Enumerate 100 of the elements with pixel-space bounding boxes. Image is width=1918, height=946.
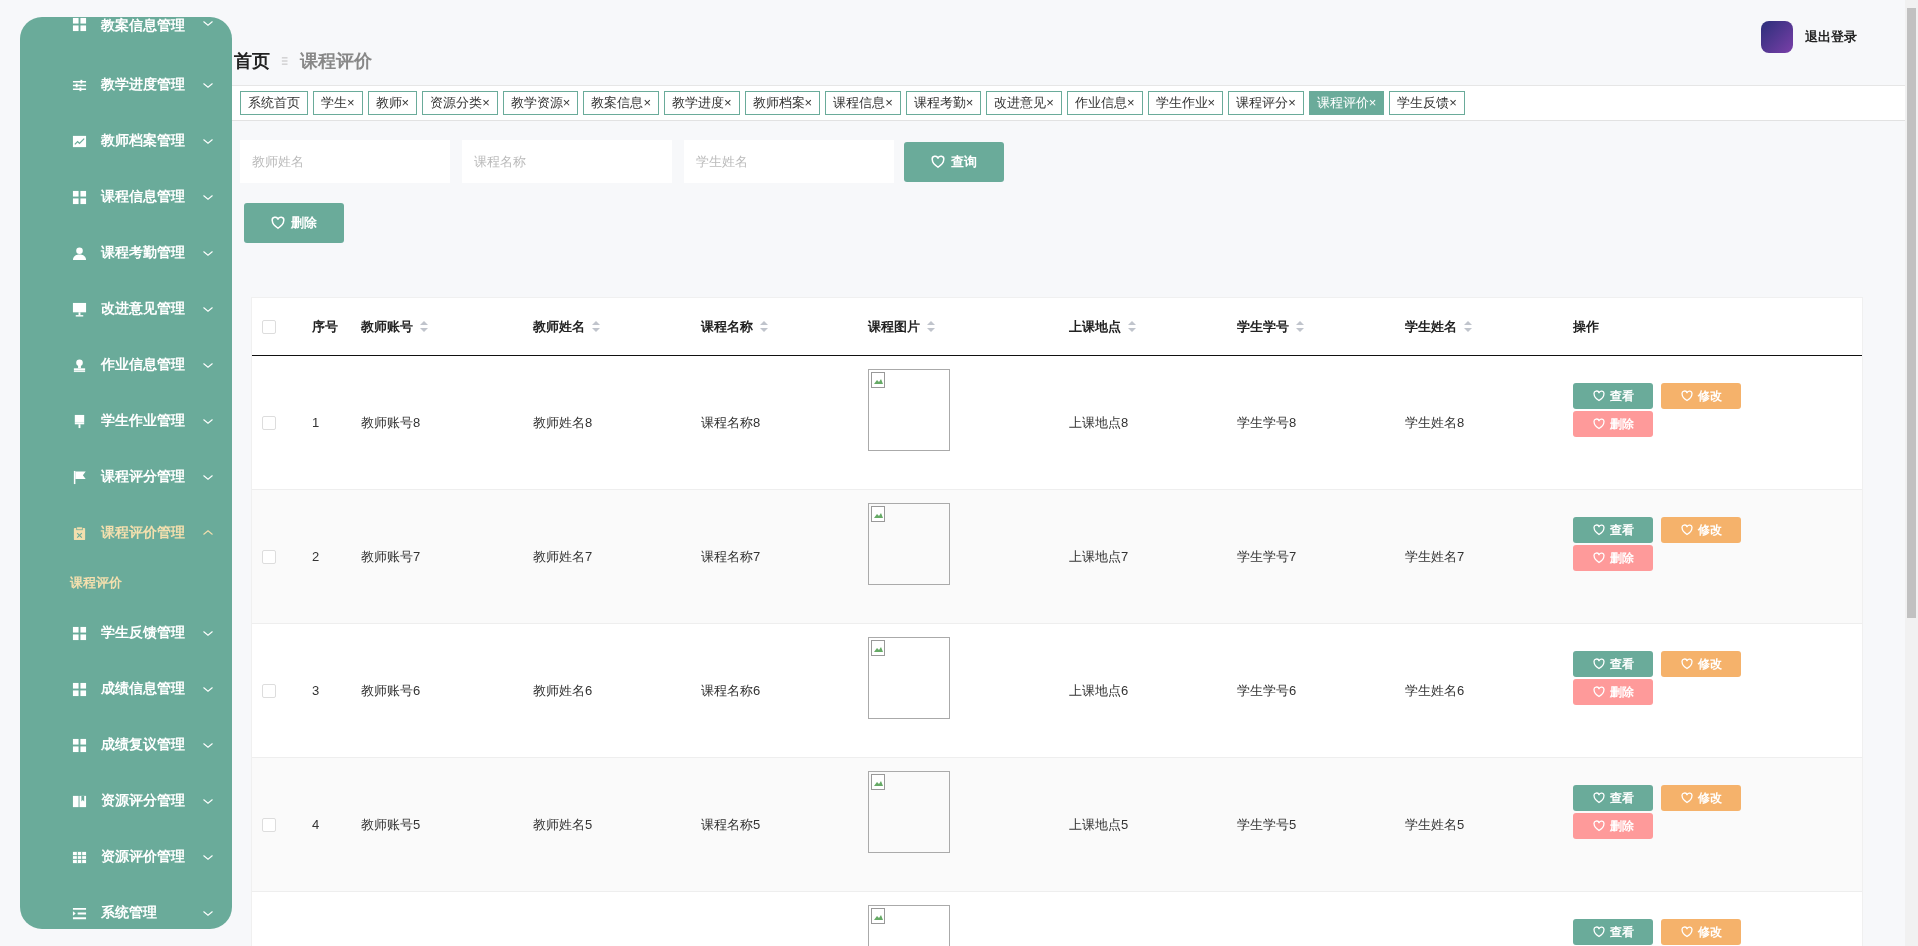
book-icon [72,793,87,809]
broken-image-icon [871,640,885,656]
table-cell-text: 教师账号6 [361,681,422,700]
page-tab[interactable]: 课程评价× [1308,91,1385,115]
page-tab[interactable]: 教案信息× [583,91,659,115]
page-tab[interactable]: 学生× [313,91,363,115]
sidebar-menu-item[interactable]: 改进意见管理 [20,281,232,337]
list-icon [72,905,87,921]
sidebar-menu-item[interactable]: 学生反馈管理 [20,605,232,661]
sidebar-menu-item[interactable]: 学生作业管理 [20,393,232,449]
row-action-button[interactable]: 修改 [1661,517,1741,543]
sidebar-menu-item[interactable]: 成绩信息管理 [20,661,232,717]
page-tab[interactable]: 学生作业× [1147,91,1224,115]
sidebar-menu-item[interactable]: 课程信息管理 [20,169,232,225]
row-action-button[interactable]: 删除 [1573,545,1653,571]
heart-icon [1592,926,1605,938]
column-header[interactable]: 课程图片 [868,317,920,336]
table-cell-text: 上课地点7 [1069,547,1130,566]
page-tab[interactable]: 作业信息× [1066,91,1143,115]
sidebar-menu-item[interactable]: 成绩复议管理 [20,717,232,773]
heart-icon [931,154,945,169]
row-action-button[interactable]: 修改 [1661,785,1741,811]
page-tab[interactable]: 课程考勤× [905,91,982,115]
sort-icon [419,320,429,333]
row-action-button[interactable]: 删除 [1573,679,1653,705]
breadcrumb-item: 课程评价 [300,50,372,73]
search-field[interactable]: 课程名称 [462,140,672,183]
avatar-icon[interactable] [1761,21,1793,53]
column-header[interactable]: 学生学号 [1237,317,1289,336]
heart-icon [1592,658,1605,670]
sidebar-menu-item[interactable]: 教案信息管理 [20,17,232,57]
table-cell-text: 3 [312,683,321,698]
select-all-checkbox[interactable] [262,319,276,334]
sidebar-menu-item[interactable]: 资源评价管理 [20,829,232,885]
grid-icon [72,189,87,205]
grid-icon [72,681,87,697]
row-action-button[interactable]: 查看 [1573,785,1653,811]
row-action-button[interactable]: 修改 [1661,919,1741,945]
page-tab[interactable]: 教师× [367,91,418,115]
sidebar-menu-item[interactable]: 课程考勤管理 [20,225,232,281]
row-action-button[interactable]: 查看 [1573,517,1653,543]
page-tab[interactable]: 系统首页 [240,91,308,115]
heart-icon [271,216,285,230]
table-cell-text: 学生姓名7 [1405,547,1466,566]
broken-image-icon [871,506,885,522]
column-header[interactable]: 学生姓名 [1405,317,1457,336]
sidebar-menu-item[interactable]: 课程评分管理 [20,449,232,505]
sidebar-menu-item[interactable]: 教学进度管理 [20,57,232,113]
row-action-button[interactable]: 查看 [1573,651,1653,677]
column-header[interactable]: 教师姓名 [533,317,585,336]
row-checkbox[interactable] [262,817,276,832]
logout-link[interactable]: 退出登录 [1805,28,1857,46]
sort-icon [1295,320,1305,333]
grid-icon [72,737,87,753]
row-action-button[interactable]: 修改 [1661,651,1741,677]
page-tab[interactable]: 教师档案× [744,91,821,115]
scrollbar-thumb[interactable] [1907,8,1916,618]
table-cell-text: 学生学号6 [1237,681,1298,700]
search-field[interactable]: 学生姓名 [684,140,894,183]
table-cell-text: 教师账号5 [361,815,422,834]
page-tab[interactable]: 资源分类× [422,91,498,115]
brush-icon [72,413,87,429]
sort-icon [759,320,769,333]
page-tab[interactable]: 课程评分× [1228,91,1304,115]
sidebar-menu-item[interactable]: 教师档案管理 [20,113,232,169]
clipboard-icon [72,525,87,541]
table-cell-text: 教师姓名7 [533,547,594,566]
column-header[interactable]: 课程名称 [701,317,753,336]
heart-icon [1680,658,1693,670]
broken-image-icon [871,774,885,790]
column-header: 操作 [1573,317,1599,336]
page-tab[interactable]: 教学资源× [502,91,579,115]
row-action-button[interactable]: 删除 [1573,411,1653,437]
sidebar-menu-item[interactable]: 系统管理 [20,885,232,929]
row-action-button[interactable]: 查看 [1573,919,1653,945]
table-cell-text: 课程名称8 [701,413,762,432]
page-tab[interactable]: 学生反馈× [1389,91,1465,115]
page-tab[interactable]: 改进意见× [986,91,1062,115]
sidebar-submenu-item[interactable]: 课程评价 [20,561,232,605]
column-header[interactable]: 上课地点 [1069,317,1121,336]
row-action-button[interactable]: 修改 [1661,383,1741,409]
page-tab[interactable]: 教学进度× [663,91,740,115]
sidebar-menu-item[interactable]: 作业信息管理 [20,337,232,393]
table-cell-text: 1 [312,415,321,430]
row-action-button[interactable]: 查看 [1573,383,1653,409]
row-action-button[interactable]: 删除 [1573,813,1653,839]
search-button[interactable]: 查询 [904,141,1004,182]
breadcrumb-item[interactable]: 首页 [234,49,270,73]
heart-icon [1592,524,1605,536]
row-checkbox[interactable] [262,549,276,564]
row-checkbox[interactable] [262,415,276,430]
search-field[interactable]: 教师姓名 [240,140,450,183]
column-header[interactable]: 教师账号 [361,317,413,336]
table-cell-text: 学生姓名8 [1405,413,1466,432]
heart-icon [1592,390,1605,402]
delete-button[interactable]: 删除 [244,203,344,243]
sidebar-menu-item[interactable]: 课程评价管理 [20,505,232,561]
row-checkbox[interactable] [262,683,276,698]
page-tab[interactable]: 课程信息× [825,91,901,115]
sidebar-menu-item[interactable]: 资源评分管理 [20,773,232,829]
